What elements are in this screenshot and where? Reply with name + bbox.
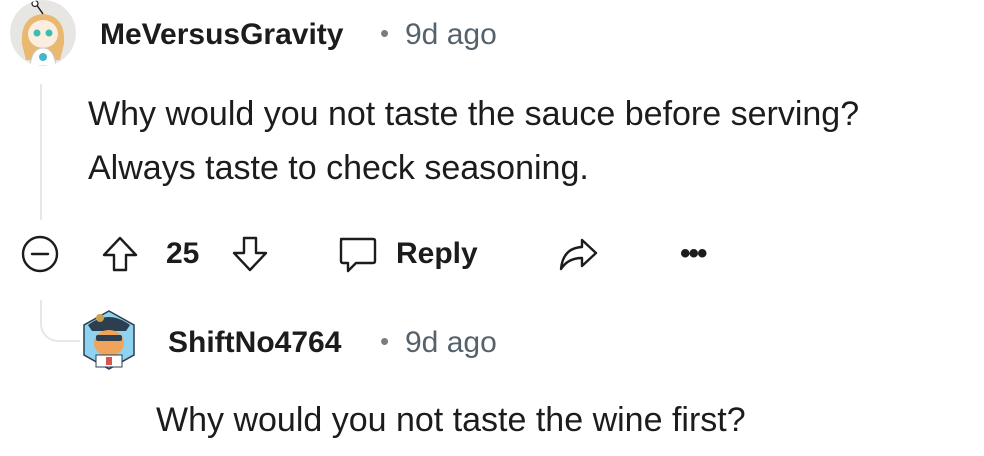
more-options-icon[interactable]: ••• xyxy=(680,234,707,274)
separator-dot: • xyxy=(380,326,390,356)
share-button[interactable] xyxy=(556,234,600,274)
comment-text-line-2: Always taste to check seasoning. xyxy=(88,149,589,187)
thread-branch-line xyxy=(40,300,80,342)
speech-bubble-icon xyxy=(339,237,377,273)
downvote-arrow-icon xyxy=(232,236,268,272)
share-arrow-icon xyxy=(559,238,598,271)
vote-count: 25 xyxy=(166,237,200,270)
comment-author[interactable]: MeVersusGravity xyxy=(100,18,343,52)
comment-timestamp[interactable]: 9d ago xyxy=(405,18,497,52)
thread-line xyxy=(40,84,42,220)
reply-button[interactable] xyxy=(336,234,378,274)
reply-text: Why would you not taste the wine first? xyxy=(156,401,746,439)
comment-text-line-1: Why would you not taste the sauce before… xyxy=(88,95,860,133)
downvote-button[interactable] xyxy=(230,234,270,274)
avatar[interactable] xyxy=(10,0,76,66)
reply-timestamp[interactable]: 9d ago xyxy=(405,326,497,360)
collapse-thread-button[interactable] xyxy=(20,234,60,274)
upvote-arrow-icon xyxy=(102,236,138,272)
collapse-minus-icon xyxy=(21,235,59,273)
separator-dot: • xyxy=(380,18,390,48)
upvote-button[interactable] xyxy=(100,234,140,274)
reply-label[interactable]: Reply xyxy=(396,234,478,274)
reply-author[interactable]: ShiftNo4764 xyxy=(168,326,341,360)
avatar[interactable] xyxy=(78,305,140,373)
